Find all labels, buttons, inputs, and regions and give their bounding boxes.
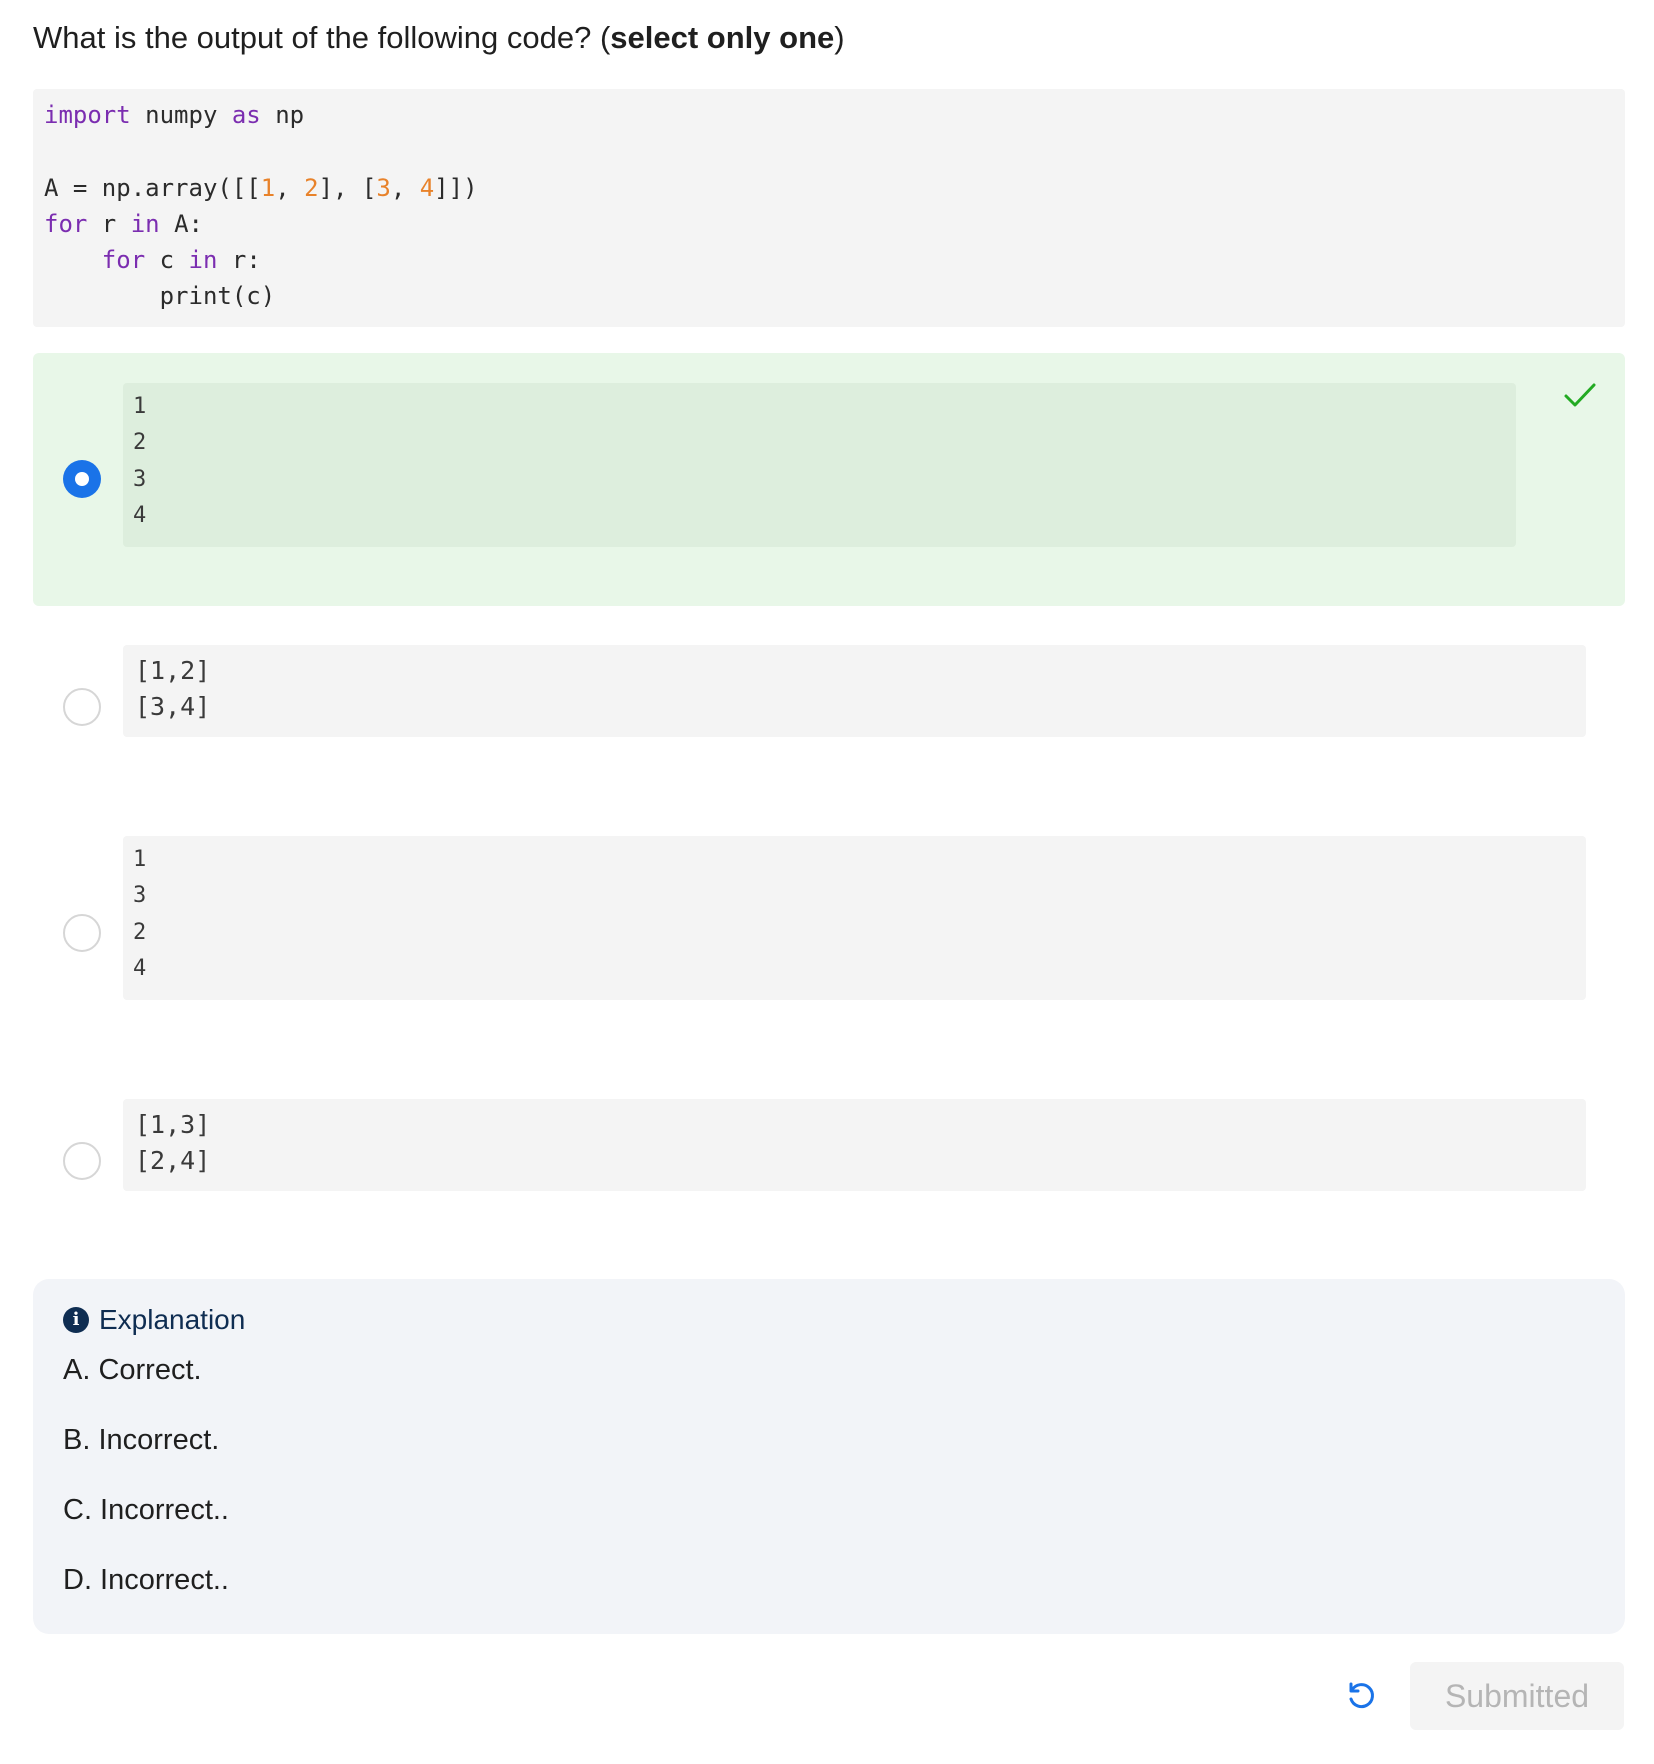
option-d[interactable]: [1,3] [2,4] — [33, 1099, 1625, 1191]
question-prefix: What is the output of the following code… — [33, 20, 611, 55]
submitted-button[interactable]: Submitted — [1410, 1662, 1624, 1730]
option-c-output: 1 3 2 4 — [123, 836, 1586, 1000]
info-icon: i — [63, 1307, 89, 1333]
explanation-title: Explanation — [99, 1304, 246, 1335]
check-icon — [1564, 383, 1596, 407]
code-block: import numpy as np A = np.array([[1, 2],… — [33, 89, 1625, 327]
option-a-output: 1 2 3 4 — [123, 383, 1516, 547]
question-emphasis: select only one — [610, 20, 835, 55]
option-b-output: [1,2] [3,4] — [123, 645, 1586, 737]
option-c[interactable]: 1 3 2 4 — [33, 836, 1625, 1000]
explanation-line-d: D. Incorrect.. — [63, 1564, 229, 1596]
option-b[interactable]: [1,2] [3,4] — [33, 645, 1625, 737]
question-text: What is the output of the following code… — [33, 14, 845, 62]
explanation-line-a: A. Correct. — [63, 1354, 202, 1386]
explanation-line-b: B. Incorrect. — [63, 1424, 220, 1456]
reset-icon[interactable] — [1345, 1680, 1377, 1712]
explanation-panel: i Explanation A. Correct. B. Incorrect. … — [33, 1279, 1625, 1634]
option-a-radio[interactable] — [63, 460, 101, 498]
code-line-6: print(c) — [44, 282, 276, 311]
option-b-radio[interactable] — [63, 688, 101, 726]
code-line-5: for c in r: — [101, 246, 261, 275]
option-c-radio[interactable] — [63, 914, 101, 952]
explanation-line-c: C. Incorrect.. — [63, 1494, 229, 1526]
explanation-header: i Explanation — [63, 1299, 245, 1341]
option-a[interactable]: 1 2 3 4 — [33, 353, 1625, 606]
code-line-4: for r in A: — [44, 209, 203, 238]
option-d-output: [1,3] [2,4] — [123, 1099, 1586, 1191]
question-suffix: ) — [834, 20, 845, 55]
option-d-radio[interactable] — [63, 1142, 101, 1180]
code-line-1: import numpy as np — [44, 101, 305, 129]
code-line-3: A = np.array([[1, 2], [3, 4]]) — [44, 173, 478, 202]
